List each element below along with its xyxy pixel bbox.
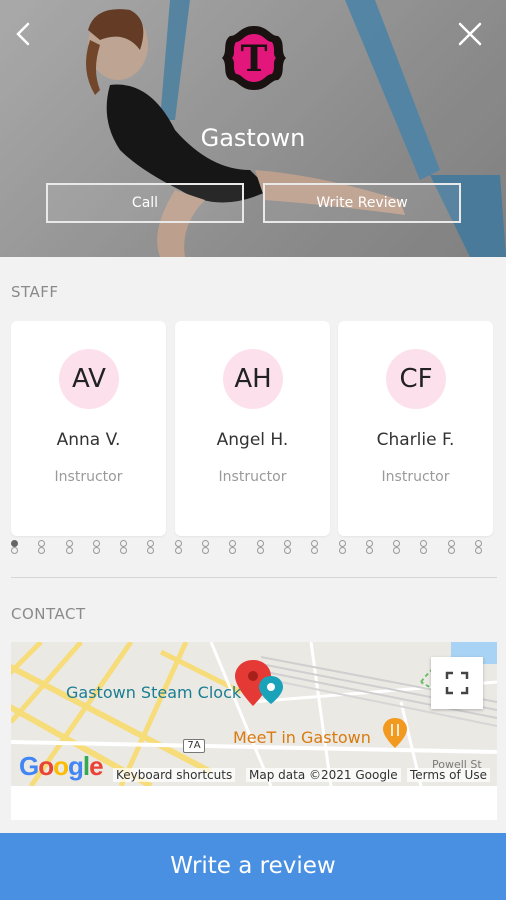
pager-dot[interactable]: [447, 540, 455, 554]
pager-dot[interactable]: [474, 540, 482, 554]
staff-card[interactable]: AH Angel H. Instructor: [175, 321, 330, 536]
staff-name: Angel H.: [216, 430, 289, 450]
avatar: AH: [223, 349, 283, 409]
map-label-steam-clock: Gastown Steam Clock: [66, 683, 242, 702]
pager-dot[interactable]: [146, 540, 154, 554]
staff-role: Instructor: [381, 469, 450, 485]
pager-dot[interactable]: [365, 540, 373, 554]
contact-section-label: CONTACT: [11, 605, 86, 623]
write-review-button[interactable]: Write Review: [263, 183, 461, 223]
map-label-restaurant: MeeT in Gastown: [233, 728, 371, 747]
pager-dot[interactable]: [283, 540, 291, 554]
avatar: CF: [386, 349, 446, 409]
pager-dot[interactable]: [174, 540, 182, 554]
section-divider: [11, 577, 497, 578]
fullscreen-icon: [445, 671, 469, 695]
keyboard-shortcuts-link[interactable]: Keyboard shortcuts: [113, 768, 236, 782]
pager-dot[interactable]: [228, 540, 236, 554]
pager-dot[interactable]: [419, 540, 427, 554]
staff-role: Instructor: [54, 469, 123, 485]
write-a-review-button[interactable]: Write a review: [0, 833, 506, 900]
staff-card[interactable]: AV Anna V. Instructor: [11, 321, 166, 536]
staff-name: Charlie F.: [376, 430, 455, 450]
pager-dot[interactable]: [92, 540, 100, 554]
call-button[interactable]: Call: [46, 183, 244, 223]
avatar: AV: [59, 349, 119, 409]
studio-name: Gastown: [200, 124, 306, 152]
pager-dot[interactable]: [119, 540, 127, 554]
map-fullscreen-button[interactable]: [431, 657, 483, 709]
contact-card: Gastown Steam Clock MeeT in Gastown 7A P…: [11, 642, 497, 820]
close-button[interactable]: [452, 16, 488, 52]
google-logo: Google: [19, 751, 104, 781]
back-button[interactable]: [6, 16, 42, 52]
pager-dot[interactable]: [37, 540, 45, 554]
chevron-left-icon: [16, 22, 30, 46]
close-icon: [458, 22, 482, 46]
pager-dot[interactable]: [256, 540, 264, 554]
staff-role: Instructor: [218, 469, 287, 485]
map-view[interactable]: Gastown Steam Clock MeeT in Gastown 7A P…: [11, 642, 497, 786]
staff-pager-dots[interactable]: [10, 540, 490, 558]
staff-section-label: STAFF: [11, 283, 59, 301]
pager-dot[interactable]: [392, 540, 400, 554]
staff-name: Anna V.: [56, 430, 121, 450]
pager-dot[interactable]: [338, 540, 346, 554]
pager-dot[interactable]: [310, 540, 318, 554]
pager-dot[interactable]: [10, 540, 18, 554]
pager-dot[interactable]: [201, 540, 209, 554]
studio-header: T Gastown Call Write Review: [0, 0, 506, 257]
studio-logo: T: [222, 26, 286, 90]
route-badge: 7A: [183, 739, 205, 753]
staff-card[interactable]: CF Charlie F. Instructor: [338, 321, 493, 536]
terms-of-use-link[interactable]: Terms of Use: [407, 768, 490, 782]
pager-dot[interactable]: [65, 540, 73, 554]
map-data-attribution: Map data ©2021 Google: [246, 768, 401, 782]
logo-letter: T: [241, 38, 268, 80]
